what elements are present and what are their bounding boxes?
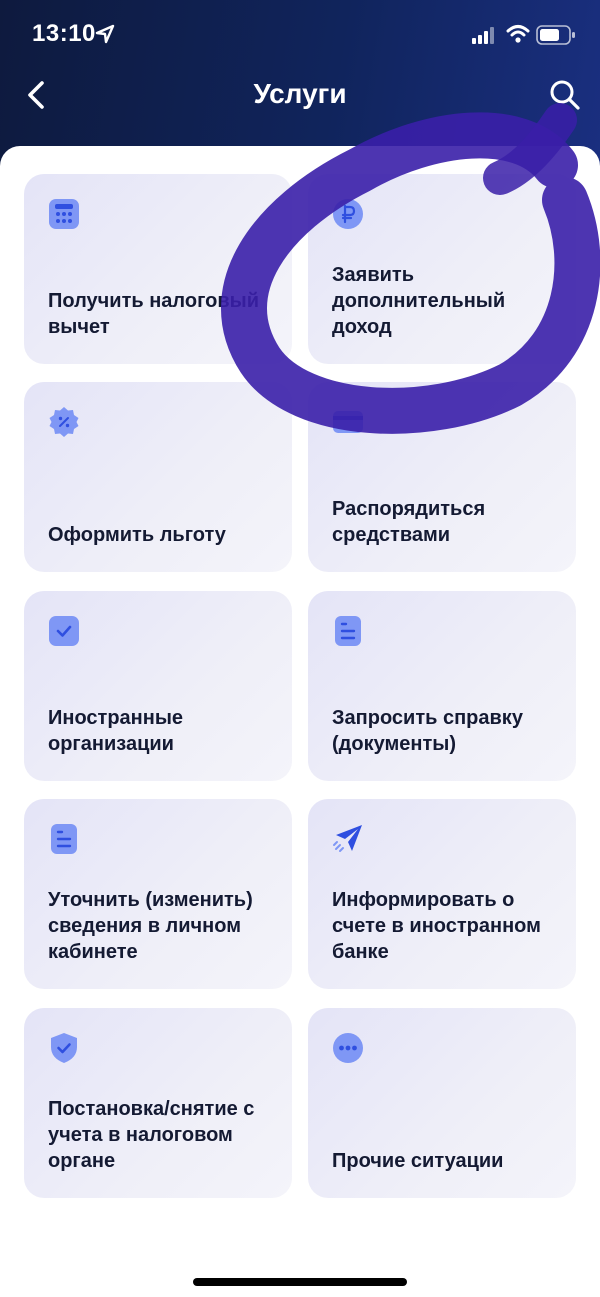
wifi-icon [506,25,530,43]
service-card-request-certificate[interactable]: Запросить справку (документы) [308,591,576,781]
ruble-coin-icon [333,199,363,229]
more-dots-icon [333,1033,363,1063]
paper-plane-icon [333,825,362,852]
discount-badge-icon [49,407,79,437]
service-label: Получить налоговый вычет [48,290,260,338]
location-arrow-icon [95,24,115,44]
service-label: Постановка/снятие с учета в налоговом ор… [48,1098,255,1172]
home-indicator [193,1278,407,1286]
service-card-benefit[interactable]: Оформить льготу [24,382,292,572]
service-card-dispose-funds[interactable]: Распорядиться средствами [308,382,576,572]
calculator-icon [49,199,79,229]
shield-check-icon [51,1033,77,1063]
services-grid: Получить налоговый вычет Заявить дополни… [0,146,600,1297]
service-label: Заявить дополнительный доход [332,264,506,338]
service-card-foreign-bank-account[interactable]: Информировать о счете в иностранном банк… [308,799,576,989]
service-label: Прочие ситуации [332,1150,504,1172]
document-icon [335,616,361,646]
service-card-other-situations[interactable]: Прочие ситуации [308,1008,576,1198]
service-card-update-profile[interactable]: Уточнить (изменить) сведения в личном ка… [24,799,292,989]
service-label: Распорядиться средствами [332,498,486,546]
search-icon[interactable] [548,78,582,112]
service-label: Иностранные организации [48,707,184,755]
service-label: Информировать о счете в иностранном банк… [332,889,541,963]
document-icon [51,824,77,854]
service-label: Оформить льготу [48,524,226,546]
cellular-signal-icon [472,27,494,44]
navigation-bar: Услуги [0,68,600,124]
service-label: Запросить справку (документы) [332,707,523,755]
service-card-tax-deduction[interactable]: Получить налоговый вычет [24,174,292,364]
status-bar: 13:10 [0,0,600,70]
battery-icon [536,25,575,45]
service-card-additional-income[interactable]: Заявить дополнительный доход [308,174,576,364]
service-card-foreign-organizations[interactable]: Иностранные организации [24,591,292,781]
service-label: Уточнить (изменить) сведения в личном ка… [48,889,253,963]
checkbox-icon [49,616,79,646]
card-icon [333,411,363,433]
status-time: 13:10 [32,20,96,47]
page-title: Услуги [253,78,347,109]
service-card-tax-registration[interactable]: Постановка/снятие с учета в налоговом ор… [24,1008,292,1198]
